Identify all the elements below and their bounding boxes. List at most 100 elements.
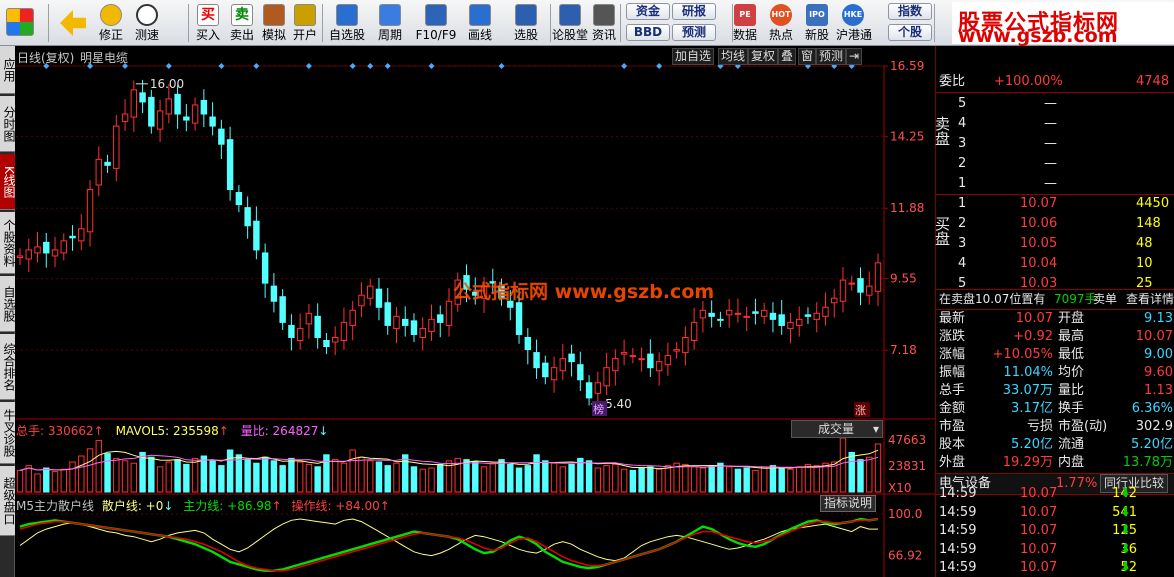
- candle-body[interactable]: [568, 353, 575, 363]
- info-marker-icon[interactable]: [218, 63, 225, 69]
- candle-body[interactable]: [594, 382, 602, 394]
- info-marker-icon[interactable]: [349, 63, 356, 69]
- candle-body[interactable]: [121, 113, 129, 123]
- candle-body[interactable]: [191, 104, 199, 124]
- candle-body[interactable]: [822, 306, 829, 317]
- candle-body[interactable]: [296, 327, 304, 342]
- toolbar-button-7[interactable]: 模拟: [260, 2, 288, 44]
- candle-body[interactable]: [682, 336, 689, 354]
- left-tab-8[interactable]: 超级盘口: [0, 466, 16, 536]
- info-marker-icon[interactable]: [165, 63, 172, 69]
- candle-body[interactable]: [673, 349, 680, 352]
- candle-body[interactable]: [402, 318, 409, 326]
- candle-body[interactable]: [95, 158, 103, 186]
- candle-body[interactable]: [165, 98, 173, 115]
- candle-body[interactable]: [428, 318, 435, 332]
- candle-body[interactable]: [690, 321, 698, 342]
- candle-body[interactable]: [235, 192, 243, 206]
- candle-body[interactable]: [314, 315, 321, 338]
- toolbar-button-16[interactable]: PE 数据: [728, 2, 762, 44]
- left-tab-2[interactable]: 分时图: [0, 96, 16, 152]
- chart-header-button-6[interactable]: 预测: [816, 48, 847, 65]
- candle-body[interactable]: [445, 300, 453, 326]
- candle-body[interactable]: [174, 93, 181, 115]
- candle-body[interactable]: [515, 302, 523, 335]
- candle-body[interactable]: [699, 309, 707, 319]
- candle-body[interactable]: [113, 125, 120, 169]
- candle-body[interactable]: [366, 285, 374, 299]
- candle-body[interactable]: [743, 315, 750, 318]
- candle-body[interactable]: [253, 220, 260, 251]
- info-marker-icon[interactable]: [656, 63, 663, 69]
- candle-body[interactable]: [270, 285, 278, 302]
- candle-body[interactable]: [839, 279, 847, 302]
- candle-body[interactable]: [533, 352, 540, 369]
- toolbar-button-9[interactable]: 自选股: [326, 2, 368, 44]
- candle-body[interactable]: [200, 99, 208, 115]
- candle-body[interactable]: [104, 161, 111, 166]
- candle-body[interactable]: [34, 246, 41, 254]
- candle-body[interactable]: [25, 249, 32, 260]
- chart-header-button-7[interactable]: ⇥: [846, 48, 863, 65]
- candle-body[interactable]: [78, 228, 85, 242]
- chart-header-button-4[interactable]: 叠: [778, 48, 797, 65]
- toolbar-button-8[interactable]: 开户: [290, 2, 320, 44]
- candle-body[interactable]: [323, 340, 330, 348]
- info-marker-icon[interactable]: [367, 63, 374, 69]
- candle-body[interactable]: [305, 312, 313, 325]
- toolbar-button-15[interactable]: 资讯: [590, 2, 618, 44]
- toolbar-button-1[interactable]: [4, 2, 36, 44]
- candle-body[interactable]: [638, 358, 645, 361]
- toolbar-button-13[interactable]: 选股: [506, 2, 546, 44]
- candle-body[interactable]: [620, 352, 628, 355]
- toolbar-pill-5[interactable]: 指数: [888, 3, 932, 20]
- candle-body[interactable]: [51, 249, 59, 257]
- candle-body[interactable]: [655, 361, 663, 372]
- candle-body[interactable]: [340, 321, 348, 342]
- candle-body[interactable]: [16, 255, 24, 258]
- candle-body[interactable]: [559, 358, 567, 372]
- candle-body[interactable]: [725, 309, 733, 316]
- info-marker-icon[interactable]: [253, 63, 260, 69]
- candle-body[interactable]: [524, 336, 532, 351]
- candle-body[interactable]: [585, 382, 593, 399]
- toolbar-pill-2[interactable]: 研报: [672, 3, 716, 20]
- candle-body[interactable]: [795, 318, 803, 326]
- toolbar-button-4[interactable]: 测速: [132, 2, 162, 44]
- toolbar-pill-6[interactable]: 个股: [888, 24, 932, 41]
- candle-body[interactable]: [857, 278, 864, 293]
- candle-body[interactable]: [647, 353, 654, 369]
- left-tab-7[interactable]: 牛叉诊股: [0, 402, 16, 464]
- indicator-select[interactable]: 成交量 ▾: [791, 420, 883, 438]
- candle-body[interactable]: [349, 309, 356, 326]
- candle-body[interactable]: [831, 297, 838, 304]
- candle-body[interactable]: [218, 128, 225, 145]
- toolbar-button-6[interactable]: 卖卖出: [228, 2, 256, 44]
- toolbar-button-3[interactable]: 修正: [96, 2, 126, 44]
- candle-body[interactable]: [156, 110, 164, 130]
- candle-body[interactable]: [358, 294, 365, 307]
- candle-body[interactable]: [769, 312, 777, 320]
- candle-body[interactable]: [612, 358, 619, 372]
- toolbar-button-10[interactable]: 周期: [370, 2, 410, 44]
- toolbar-button-17[interactable]: HOT 热点: [764, 2, 798, 44]
- candle-body[interactable]: [410, 320, 418, 335]
- candle-body[interactable]: [577, 364, 584, 381]
- candle-body[interactable]: [69, 235, 76, 239]
- kline-chart-area[interactable]: 16.59 14.25 11.88 9.55 7.18 16.00 5.40 榜 涨 47663 2…: [16, 46, 935, 577]
- toolbar-button-11[interactable]: F10/F9: [414, 2, 458, 44]
- candle-body[interactable]: [130, 89, 138, 118]
- candle-body[interactable]: [244, 207, 251, 227]
- candle-body[interactable]: [542, 362, 549, 378]
- indicator-help-button[interactable]: 指标说明: [820, 495, 877, 512]
- candle-body[interactable]: [419, 327, 426, 338]
- info-marker-icon[interactable]: [621, 63, 628, 69]
- candle-body[interactable]: [279, 296, 286, 323]
- candle-body[interactable]: [139, 92, 146, 103]
- left-tab-4[interactable]: 个股资料: [0, 212, 16, 274]
- candle-body[interactable]: [804, 314, 812, 317]
- chart-header-button-2[interactable]: 均线: [718, 48, 749, 65]
- left-tab-3[interactable]: K线图: [0, 154, 16, 210]
- chart-header-button-5[interactable]: 窗: [798, 48, 817, 65]
- candle-body[interactable]: [848, 282, 855, 285]
